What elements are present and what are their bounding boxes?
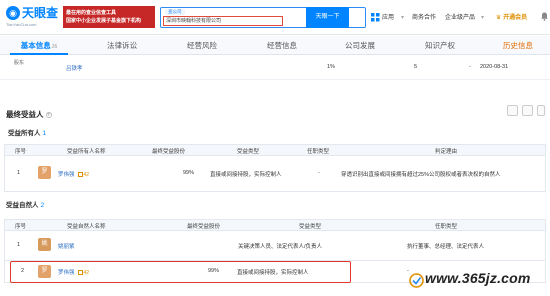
- company-count-badge[interactable]: 42: [77, 172, 90, 178]
- row-index: 1: [17, 242, 21, 248]
- naturals-table-header: 序号 受益自然人名称 最终受益股份 受益类型 任职类型: [4, 219, 546, 231]
- shareholder-dash: -: [469, 64, 471, 70]
- company-icon: [77, 172, 83, 178]
- share-icon[interactable]: [522, 105, 533, 116]
- download-icon[interactable]: [507, 105, 518, 116]
- tab-operations[interactable]: 经营信息: [252, 36, 312, 55]
- shareholder-row-partial: 股东 吕铁孝 1% 5 - 2020-08-31: [0, 58, 550, 80]
- naturals-subtitle-text: 受益自然人: [6, 202, 39, 209]
- highlight-box: [10, 261, 351, 283]
- owners-subtitle: 受益所有人 1: [8, 127, 46, 137]
- logo-text: 天眼查: [22, 6, 59, 20]
- nav-vip[interactable]: ♛ 开通会员: [496, 14, 527, 22]
- top-header: ◉ 天眼查 TianYanCha.com 最在用的查业信查工具 国家中小企业发展…: [0, 0, 550, 35]
- beneficiary-type: 关键决策人员、法定代表人/负责人: [238, 244, 323, 250]
- more-icon[interactable]: [537, 105, 545, 116]
- chevron-down-icon[interactable]: ▾: [481, 14, 484, 22]
- column-header: 受益自然人名称: [67, 224, 106, 230]
- natural-name[interactable]: 姚丽紫: [58, 244, 75, 250]
- nav-coop[interactable]: 商务合作: [412, 14, 436, 22]
- search-button[interactable]: 天眼一下: [306, 7, 349, 28]
- tab-legal[interactable]: 法律诉讼: [92, 36, 152, 55]
- tab-ip[interactable]: 知识产权: [410, 36, 470, 55]
- vip-crown-icon: ♛: [496, 15, 502, 21]
- table-row: 1 姚 姚丽紫 关键决策人员、法定代表人/负责人 执行董事、总经理、法定代表人: [4, 231, 546, 261]
- role-type: -: [318, 170, 320, 176]
- promo-banner[interactable]: 最在用的查业信查工具 国家中小企业发展子基金旗下机构: [63, 6, 155, 28]
- bell-icon[interactable]: [541, 12, 548, 21]
- column-header: 序号: [15, 149, 27, 155]
- shareholder-percent: 1%: [327, 64, 335, 70]
- owner-name[interactable]: 罗伟强: [58, 172, 75, 178]
- tab-count: 26: [51, 44, 58, 50]
- reason: 穿透识别出直接或间接拥有超过25%公司股权或者表决权的自然人: [341, 172, 501, 178]
- tab-development[interactable]: 公司发展: [330, 36, 390, 55]
- promo-line-1: 最在用的查业信查工具: [66, 10, 117, 16]
- watermark-logo-icon: [409, 273, 424, 288]
- badge-value: 42: [83, 172, 90, 178]
- shareholder-count: 5: [414, 64, 418, 70]
- owner-name-cell: 罗伟强 42: [58, 170, 89, 178]
- avatar: 罗: [38, 166, 51, 179]
- logo[interactable]: ◉ 天眼查 TianYanCha.com: [6, 5, 62, 29]
- search-scope-tag[interactable]: 查公司: [165, 9, 185, 15]
- column-header: 任职类型: [435, 224, 458, 230]
- owners-table-header: 序号 受益所有人名称 最终受益股份 受益类型 任职类型 判定理由: [4, 144, 546, 156]
- help-icon[interactable]: ?: [45, 112, 52, 119]
- section-title-text: 最终受益人: [6, 110, 44, 119]
- nav-vip-label: 开通会员: [503, 15, 528, 21]
- naturals-count: 2: [40, 202, 45, 209]
- shareholder-name[interactable]: 吕铁孝: [66, 64, 83, 72]
- owners-subtitle-text: 受益所有人: [8, 130, 41, 137]
- column-header: 受益类型: [299, 224, 322, 230]
- naturals-subtitle: 受益自然人 2: [6, 199, 44, 209]
- tab-basic-info[interactable]: 基本信息26: [10, 36, 68, 55]
- tab-risk[interactable]: 经营风险: [172, 36, 232, 55]
- tab-history[interactable]: 历史信息: [488, 36, 548, 55]
- column-header: 受益所有人名称: [67, 149, 106, 155]
- column-header: 判定理由: [435, 149, 458, 155]
- watermark-text: www.365jz.com: [425, 270, 531, 286]
- tab-label: 基本信息: [20, 41, 51, 50]
- avatar: 姚: [38, 238, 51, 251]
- apps-grid-icon[interactable]: [371, 13, 380, 22]
- logo-subtitle: TianYanCha.com: [6, 22, 37, 27]
- promo-line-2: 国家中小企业发展子基金旗下机构: [66, 18, 142, 24]
- share-percent: 99%: [183, 170, 195, 176]
- role-type: 执行董事、总经理、法定代表人: [407, 244, 485, 250]
- table-row: 1 罗 罗伟强 42 99% 直接或间接持股，实际控制人 - 穿透识别出直接或间接…: [4, 156, 546, 192]
- column-header: 序号: [15, 224, 27, 230]
- beneficiary-type: 直接或间接持股，实际控制人: [210, 172, 282, 178]
- natural-name-cell: 姚丽紫: [58, 242, 75, 250]
- row-index: 1: [17, 170, 21, 176]
- owners-count: 1: [42, 130, 47, 137]
- column-header: 最终受益股份: [187, 224, 221, 230]
- search-input[interactable]: 深圳市映翰科技有限公司: [163, 16, 283, 26]
- nav-enterprise[interactable]: 企业级产品: [445, 14, 475, 22]
- column-header: 最终受益股份: [152, 149, 186, 155]
- row-side-label: 股东: [14, 60, 25, 66]
- chevron-down-icon[interactable]: ▾: [401, 14, 404, 22]
- shareholder-date: 2020-08-31: [480, 64, 509, 70]
- nav-app[interactable]: 应用: [382, 14, 394, 22]
- column-header: 任职类型: [307, 149, 330, 155]
- section-title: 最终受益人?: [6, 109, 52, 120]
- tab-bar: 基本信息26 法律诉讼 经营风险 经营信息 公司发展 知识产权 历史信息: [0, 36, 550, 55]
- logo-eye-icon: ◉: [6, 6, 20, 20]
- column-header: 受益类型: [237, 149, 260, 155]
